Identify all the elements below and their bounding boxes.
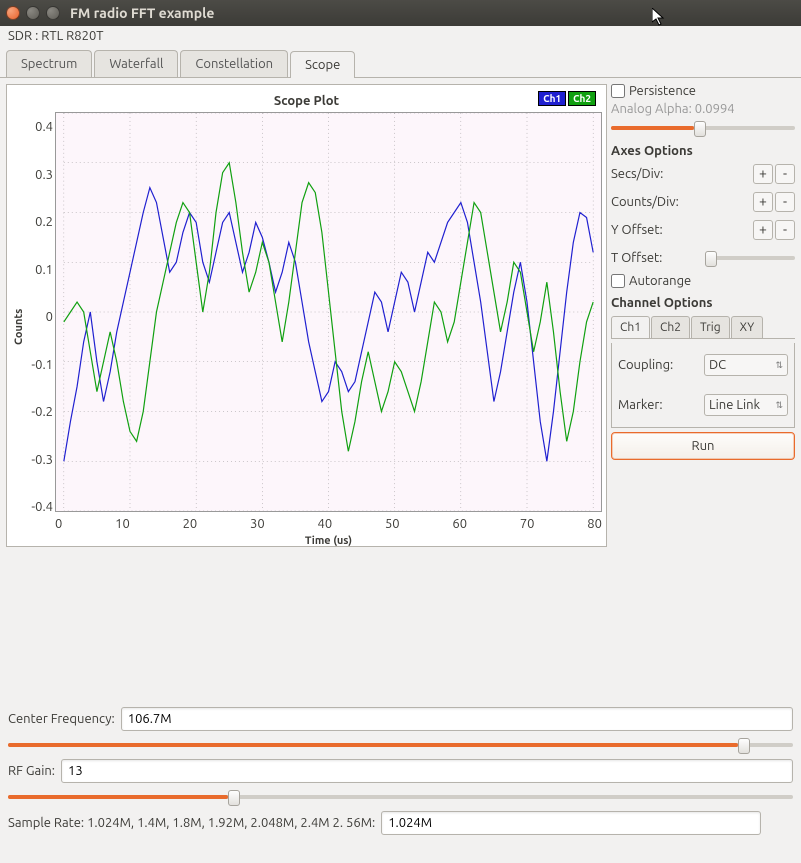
x-tick-labels: 01020304050607080 bbox=[55, 515, 602, 533]
tab-spectrum[interactable]: Spectrum bbox=[6, 50, 92, 77]
coupling-select[interactable]: DC⇅ bbox=[704, 354, 788, 376]
plot-title-text: Scope Plot bbox=[274, 94, 339, 108]
sample-rate-input[interactable] bbox=[381, 811, 761, 835]
window-title: FM radio FFT example bbox=[70, 5, 214, 21]
t-offset-slider[interactable] bbox=[705, 250, 795, 266]
y-offset-plus[interactable]: + bbox=[753, 220, 773, 240]
axes-options-title: Axes Options bbox=[611, 144, 795, 158]
minimize-icon[interactable] bbox=[26, 6, 40, 20]
persistence-input[interactable] bbox=[611, 84, 625, 98]
subtab-trig[interactable]: Trig bbox=[691, 316, 730, 338]
subtab-ch1[interactable]: Ch1 bbox=[611, 316, 650, 338]
window-buttons bbox=[6, 6, 60, 20]
coupling-label: Coupling: bbox=[618, 358, 673, 372]
plot-canvas[interactable] bbox=[55, 112, 602, 512]
autorange-label: Autorange bbox=[629, 274, 691, 288]
rf-gain-label: RF Gain: bbox=[8, 764, 55, 778]
persistence-label: Persistence bbox=[629, 84, 696, 98]
side-panel: Persistence Analog Alpha: 0.0994 Axes Op… bbox=[611, 84, 795, 547]
rf-gain-input[interactable] bbox=[61, 759, 793, 783]
channel-options-body: Coupling: DC⇅ Marker: Line Link⇅ bbox=[611, 343, 795, 428]
tab-scope[interactable]: Scope bbox=[290, 51, 355, 78]
sample-rate-label: Sample Rate: 1.024M, 1.4M, 1.8M, 1.92M, … bbox=[8, 816, 375, 830]
autorange-checkbox[interactable]: Autorange bbox=[611, 274, 795, 288]
legend-ch2[interactable]: Ch2 bbox=[568, 91, 596, 106]
alpha-slider[interactable] bbox=[611, 120, 795, 136]
marker-label: Marker: bbox=[618, 398, 663, 412]
secs-div-minus[interactable]: - bbox=[775, 164, 795, 184]
tab-constellation[interactable]: Constellation bbox=[180, 50, 288, 77]
y-offset-label: Y Offset: bbox=[611, 223, 663, 237]
legend-ch1[interactable]: Ch1 bbox=[538, 91, 566, 106]
persistence-checkbox[interactable]: Persistence bbox=[611, 84, 795, 98]
bottom-controls: Center Frequency: RF Gain: Sample Rate: … bbox=[0, 703, 801, 839]
x-axis-label: Time (us) bbox=[55, 533, 602, 547]
subtab-ch2[interactable]: Ch2 bbox=[651, 316, 690, 338]
center-frequency-label: Center Frequency: bbox=[8, 712, 115, 726]
legend: Ch1 Ch2 bbox=[538, 91, 596, 106]
secs-div-plus[interactable]: + bbox=[753, 164, 773, 184]
channel-options-title: Channel Options bbox=[611, 296, 795, 310]
analog-alpha-label: Analog Alpha: 0.0994 bbox=[611, 102, 795, 116]
maximize-icon[interactable] bbox=[46, 6, 60, 20]
chevron-updown-icon: ⇅ bbox=[775, 400, 783, 411]
y-axis-label: Counts bbox=[11, 112, 27, 542]
close-icon[interactable] bbox=[6, 6, 20, 20]
y-offset-minus[interactable]: - bbox=[775, 220, 795, 240]
subtab-xy[interactable]: XY bbox=[731, 316, 764, 338]
autorange-input[interactable] bbox=[611, 274, 625, 288]
center-frequency-slider[interactable] bbox=[8, 737, 793, 753]
run-button[interactable]: Run bbox=[611, 432, 795, 460]
menubar[interactable]: SDR : RTL R820T bbox=[0, 26, 801, 46]
counts-div-label: Counts/Div: bbox=[611, 195, 679, 209]
channel-subtabs: Ch1 Ch2 Trig XY bbox=[611, 316, 795, 339]
tab-row: Spectrum Waterfall Constellation Scope bbox=[0, 46, 801, 78]
plot-title: Scope Plot Ch1 Ch2 bbox=[11, 89, 602, 112]
rf-gain-slider[interactable] bbox=[8, 789, 793, 805]
center-frequency-input[interactable] bbox=[121, 707, 793, 731]
tab-waterfall[interactable]: Waterfall bbox=[94, 50, 178, 77]
chevron-updown-icon: ⇅ bbox=[775, 360, 783, 371]
scope-plot: Scope Plot Ch1 Ch2 Counts 0.40.30.20.10-… bbox=[6, 84, 607, 547]
titlebar: FM radio FFT example bbox=[0, 0, 801, 26]
t-offset-label: T Offset: bbox=[611, 251, 662, 265]
counts-div-plus[interactable]: + bbox=[753, 192, 773, 212]
counts-div-minus[interactable]: - bbox=[775, 192, 795, 212]
secs-div-label: Secs/Div: bbox=[611, 167, 663, 181]
y-tick-labels: 0.40.30.20.10-0.1-0.2-0.3-0.4 bbox=[27, 112, 55, 542]
marker-select[interactable]: Line Link⇅ bbox=[704, 394, 788, 416]
